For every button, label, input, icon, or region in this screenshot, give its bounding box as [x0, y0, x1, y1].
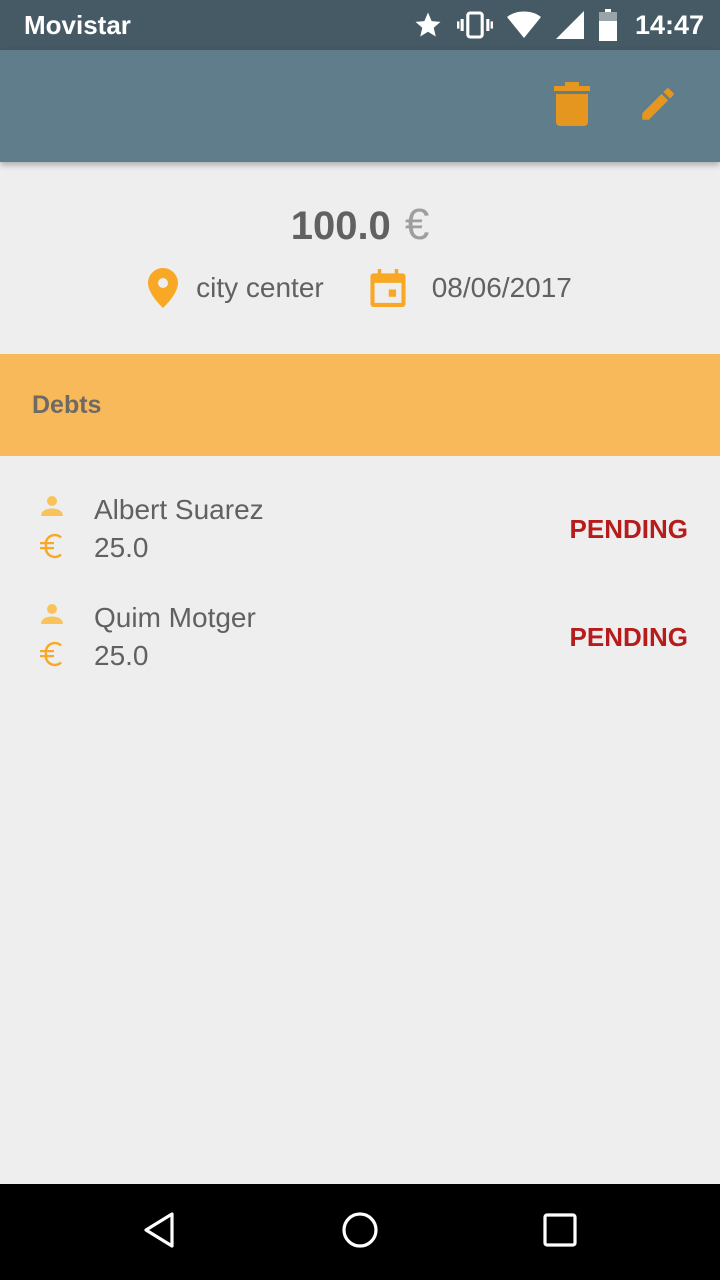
- back-button[interactable]: [132, 1204, 188, 1260]
- edit-button[interactable]: [630, 78, 686, 134]
- vibrate-icon: [456, 10, 493, 40]
- pencil-icon: [637, 83, 679, 130]
- person-icon: [40, 494, 64, 523]
- recents-icon: [542, 1212, 578, 1253]
- app-toolbar: [0, 50, 720, 162]
- location-text: city center: [196, 272, 324, 303]
- currency-symbol: €: [404, 200, 430, 249]
- debtor-name: Quim Motger: [94, 602, 256, 633]
- euro-icon: [40, 532, 64, 565]
- debt-status-badge: PENDING: [569, 622, 688, 652]
- delete-button[interactable]: [544, 78, 600, 134]
- signal-icon: [555, 10, 585, 40]
- debts-title: Debts: [32, 390, 102, 419]
- trash-icon: [554, 81, 590, 131]
- calendar-icon: [370, 269, 406, 307]
- status-clock: 14:47: [634, 9, 704, 40]
- meta-row: city center 08/06/2017: [0, 268, 720, 308]
- status-bar: Movistar 14:47: [0, 0, 720, 50]
- euro-icon: [40, 640, 64, 673]
- star-icon: [413, 10, 443, 40]
- debt-list: Albert Suarez 25.0 PENDING Quim Motger 2…: [0, 456, 720, 672]
- debt-amount: 25.0: [94, 532, 149, 563]
- total-amount: 100.0: [290, 204, 391, 248]
- person-icon: [40, 602, 64, 631]
- debt-status-badge: PENDING: [569, 514, 688, 544]
- status-icons: 14:47: [413, 9, 704, 41]
- debt-amount: 25.0: [94, 640, 149, 671]
- carrier-name: Movistar: [24, 9, 131, 40]
- total-amount-row: 100.0 €: [0, 200, 720, 250]
- location-pin-icon: [148, 268, 179, 308]
- home-icon: [340, 1210, 380, 1255]
- debtor-name: Albert Suarez: [94, 494, 264, 525]
- wifi-icon: [506, 11, 541, 39]
- expense-summary: 100.0 € city center 08/06/2017: [0, 162, 720, 354]
- battery-icon: [598, 9, 617, 41]
- home-button[interactable]: [332, 1204, 388, 1260]
- debt-list-item[interactable]: Quim Motger 25.0 PENDING: [0, 564, 720, 672]
- back-icon: [140, 1210, 180, 1255]
- recents-button[interactable]: [532, 1204, 588, 1260]
- system-nav-bar: [0, 1184, 720, 1280]
- debt-list-item[interactable]: Albert Suarez 25.0 PENDING: [0, 456, 720, 564]
- date-text: 08/06/2017: [431, 272, 572, 303]
- debts-section-header: Debts: [0, 354, 720, 456]
